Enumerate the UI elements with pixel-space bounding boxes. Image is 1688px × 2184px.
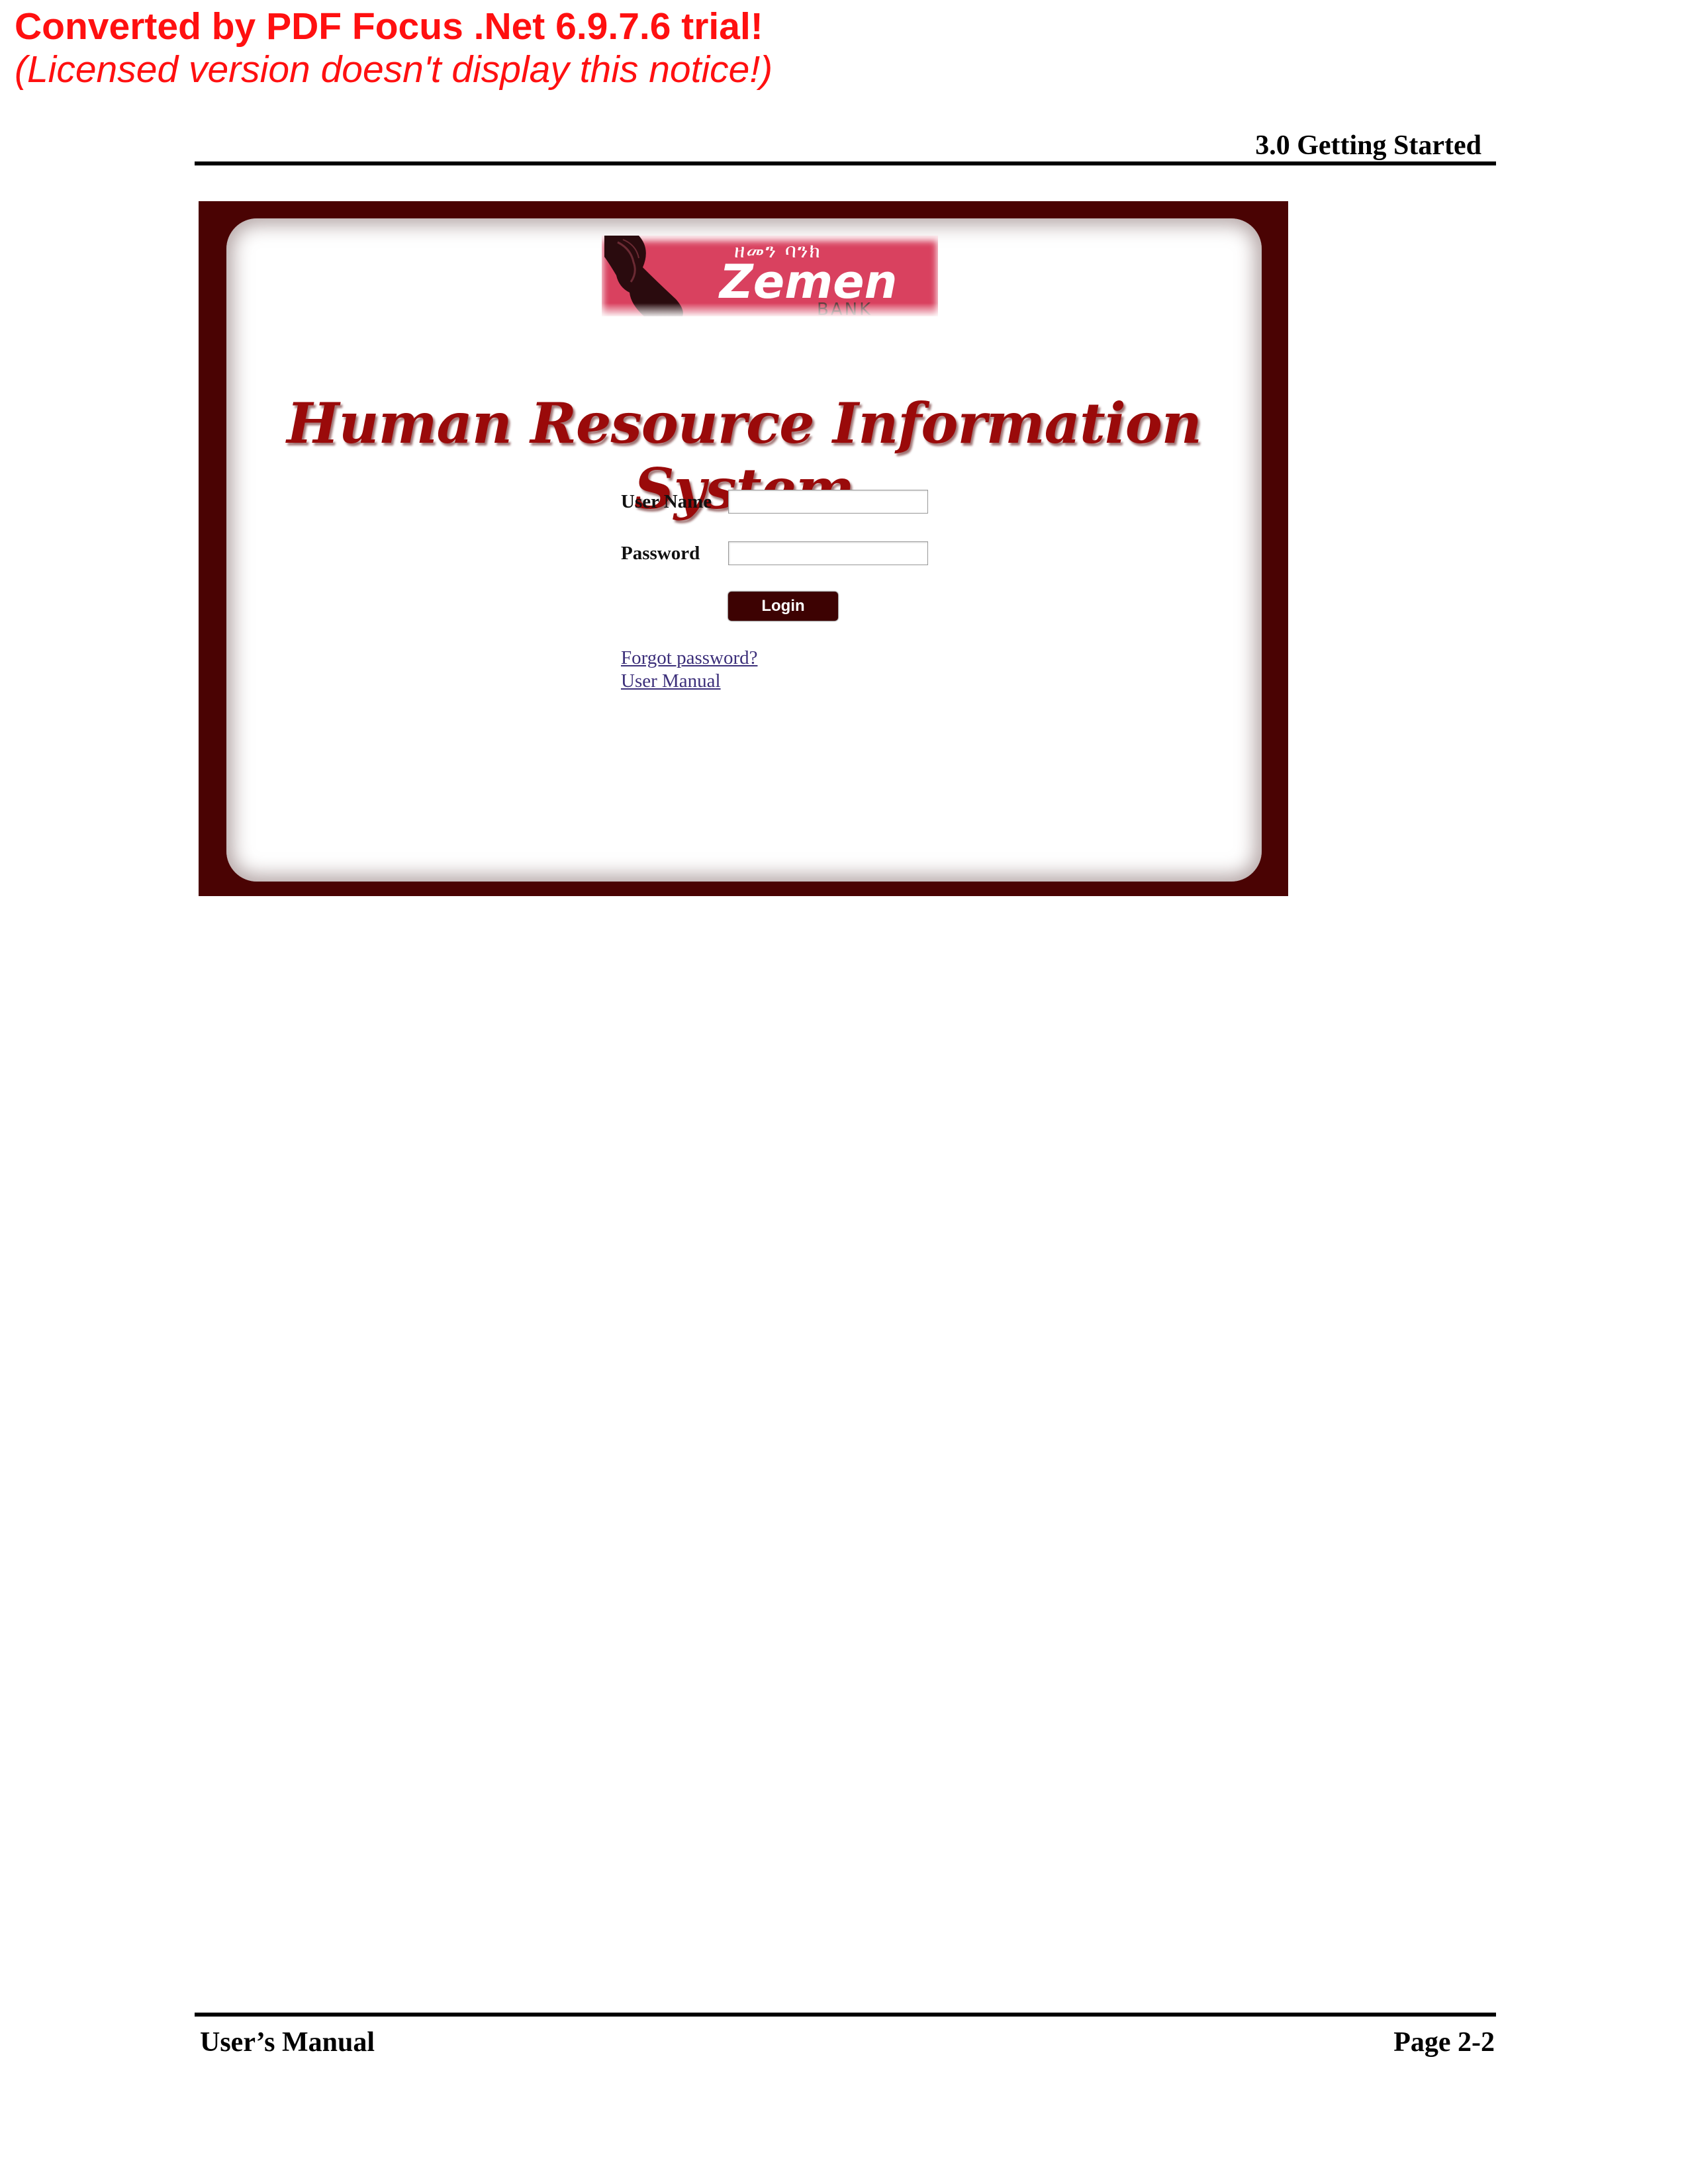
footer-document-name: User’s Manual: [200, 2027, 375, 2058]
header-rule: [195, 161, 1496, 165]
login-panel: ዘመን ባንክ Zemen BANK Human Resource Inform…: [226, 218, 1262, 882]
login-button[interactable]: Login: [728, 592, 838, 621]
section-title: 3.0 Getting Started: [1255, 130, 1481, 161]
username-input[interactable]: [728, 490, 928, 514]
zemen-bank-logo: ዘመን ባንክ Zemen BANK: [602, 236, 938, 316]
footer-page-number: Page 2-2: [1393, 2027, 1495, 2058]
password-label: Password: [621, 543, 700, 564]
forgot-password-link[interactable]: Forgot password?: [621, 647, 757, 669]
pdf-converter-watermark: Converted by PDF Focus .Net 6.9.7.6 tria…: [15, 4, 773, 90]
watermark-line-2: (Licensed version doesn't display this n…: [15, 48, 773, 91]
user-manual-link[interactable]: User Manual: [621, 670, 721, 692]
password-input[interactable]: [728, 541, 928, 565]
username-label: User Name: [621, 491, 712, 512]
login-screenshot: ዘመን ባንክ Zemen BANK Human Resource Inform…: [199, 201, 1288, 896]
footer-rule: [195, 2013, 1496, 2017]
logo-fade: [602, 303, 938, 316]
watermark-line-1: Converted by PDF Focus .Net 6.9.7.6 tria…: [15, 5, 763, 48]
